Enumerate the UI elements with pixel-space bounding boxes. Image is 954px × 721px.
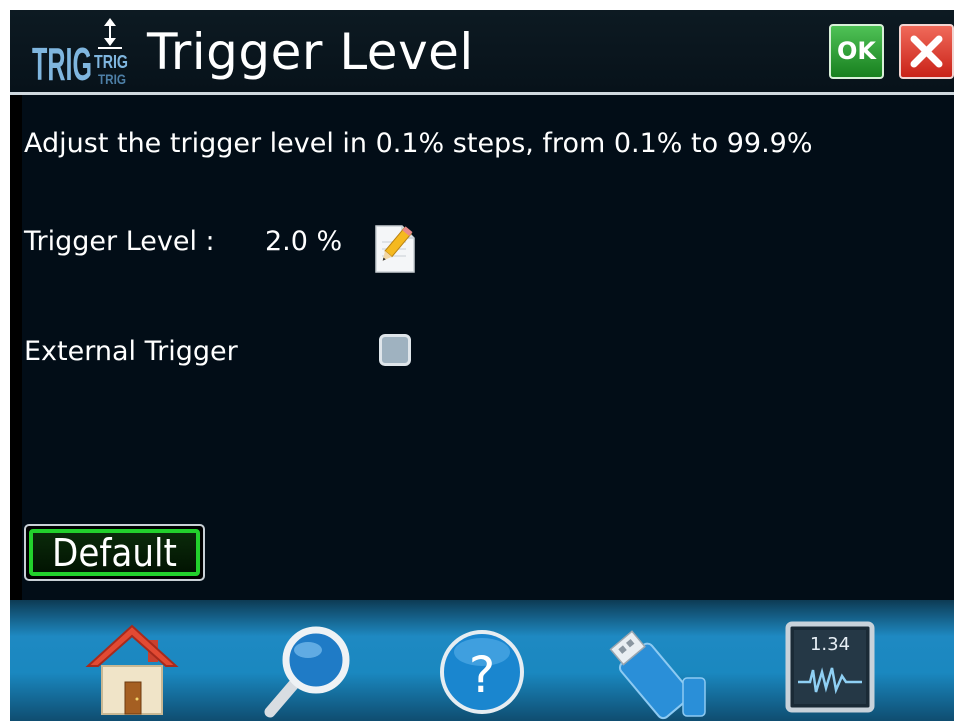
svg-text:TRIG: TRIG: [94, 52, 128, 72]
home-button[interactable]: [82, 620, 182, 720]
default-button-label: Default: [29, 529, 200, 576]
header-bar: TRIG TRIG TRIG Trigger Level OK: [10, 10, 954, 92]
usb-button[interactable]: [603, 620, 713, 720]
help-icon: ?: [440, 630, 524, 714]
help-button[interactable]: ?: [432, 620, 532, 720]
close-icon: [910, 35, 943, 68]
svg-text:TRIG: TRIG: [98, 71, 126, 87]
trigger-level-value[interactable]: 2.0 %: [265, 226, 342, 257]
page-title: Trigger Level: [147, 23, 474, 81]
svg-text:1.34: 1.34: [810, 634, 850, 655]
home-icon: [85, 624, 179, 715]
external-trigger-label: External Trigger: [24, 336, 238, 367]
measurement-display-icon: 1.34: [785, 621, 875, 713]
ok-button[interactable]: OK: [829, 24, 884, 79]
external-trigger-checkbox[interactable]: [379, 334, 411, 366]
edit-pencil-icon[interactable]: [372, 222, 418, 276]
usb-drive-icon: [609, 630, 706, 720]
svg-text:TRIG: TRIG: [32, 38, 92, 88]
measurement-button[interactable]: 1.34: [780, 620, 880, 720]
description-text: Adjust the trigger level in 0.1% steps, …: [24, 128, 813, 159]
svg-text:?: ?: [469, 646, 496, 704]
settings-panel: Adjust the trigger level in 0.1% steps, …: [22, 95, 954, 600]
app-window: TRIG TRIG TRIG Trigger Level OK Adjust t…: [10, 10, 954, 721]
search-icon: [264, 626, 350, 718]
search-button[interactable]: [260, 620, 360, 720]
trig-logo: TRIG TRIG TRIG: [32, 18, 128, 88]
trigger-level-label: Trigger Level :: [24, 226, 215, 257]
default-button[interactable]: Default: [24, 524, 205, 581]
close-button[interactable]: [899, 24, 954, 79]
